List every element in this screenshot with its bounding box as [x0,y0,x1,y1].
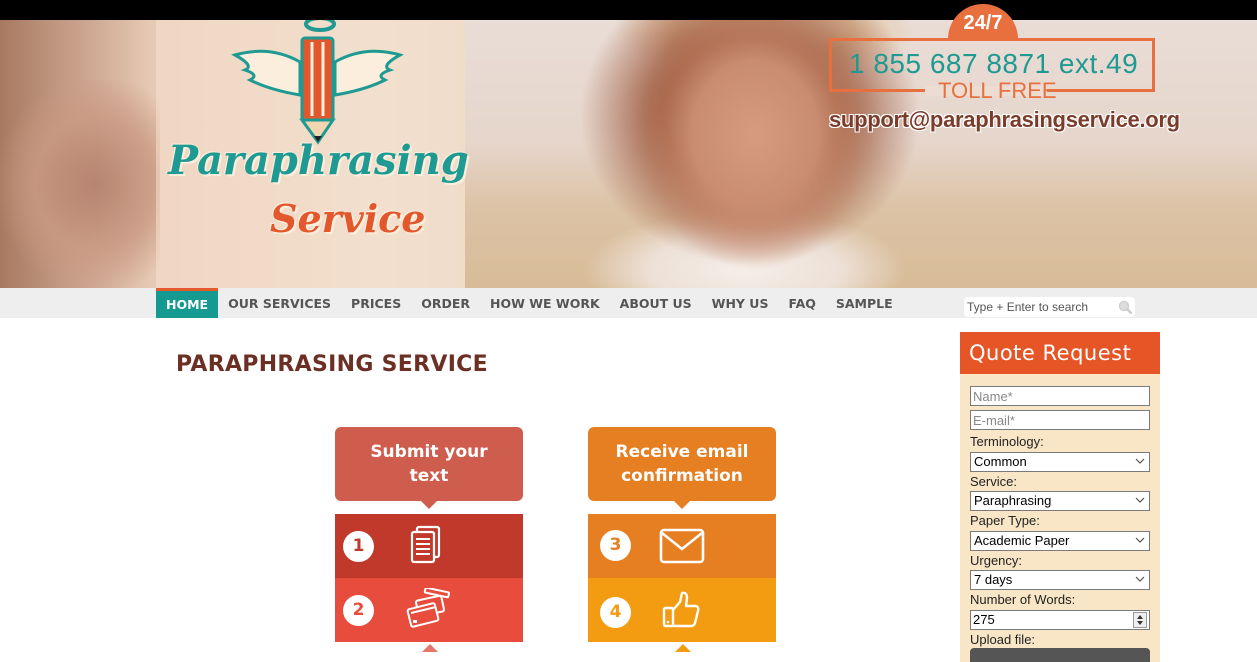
terminology-value: Common [974,454,1027,469]
step-number: 1 [343,531,374,562]
step-row-2: 2 [335,578,523,642]
logo-text-service[interactable]: Service [270,196,425,241]
nav-item-why-us[interactable]: WHY US [702,288,779,318]
hero-background-blur [0,80,160,288]
nav-item-how-we-work[interactable]: HOW WE WORK [480,288,610,318]
step-number: 2 [343,595,374,626]
nav-item-sample[interactable]: SAMPLE [826,288,903,318]
search-box [964,297,1135,317]
chevron-down-icon [1135,576,1145,582]
upload-file-button[interactable] [970,648,1150,662]
email-field[interactable] [970,410,1150,430]
nav-item-home[interactable]: HOME [156,288,219,318]
step-group-submit: Submit your text 1 2 [335,427,523,642]
urgency-select[interactable]: 7 days [970,570,1150,590]
credit-cards-icon [406,588,450,628]
step-row-1: 1 [335,514,523,578]
page-title: PARAPHRASING SERVICE [176,352,488,377]
terminology-label: Terminology: [970,434,1044,449]
urgency-label: Urgency: [970,553,1023,568]
support-email-link[interactable]: support@paraphrasingservice.org [829,107,1180,133]
step-group-email: Receive email confirmation 3 4 [588,427,776,642]
step-heading-submit: Submit your text [335,427,523,509]
increment-icon[interactable] [1137,615,1143,619]
logo-text-paraphrasing[interactable]: Paraphrasing [168,137,469,184]
envelope-icon [659,528,705,564]
step-heading-email: Receive email confirmation [588,427,776,509]
service-label: Service: [970,474,1017,489]
terminology-select[interactable]: Common [970,452,1150,472]
urgency-value: 7 days [974,572,1013,587]
nav-item-faq[interactable]: FAQ [778,288,825,318]
words-stepper[interactable]: 275 [970,610,1150,630]
toll-free-label: TOLL FREE [938,78,1057,103]
nav-item-prices[interactable]: PRICES [341,288,411,318]
thumbs-up-icon [662,591,700,628]
quote-request-title: Quote Request [960,332,1160,374]
search-input[interactable] [966,298,1111,316]
upload-label: Upload file: [970,632,1036,647]
step-row-3: 3 [588,514,776,578]
chevron-down-icon [1135,537,1145,543]
quote-request-panel: Quote Request Terminology: Common Servic… [960,332,1160,662]
chevron-down-icon [1135,497,1145,503]
spin-buttons[interactable] [1133,612,1147,628]
step-number: 4 [600,597,631,628]
nav-item-about-us[interactable]: ABOUT US [610,288,702,318]
words-label: Number of Words: [970,592,1076,607]
service-select[interactable]: Paraphrasing [970,491,1150,511]
step-heading-text: Submit your text [370,442,488,486]
chevron-down-icon [1135,458,1145,464]
words-value: 275 [973,612,995,627]
paper-type-select[interactable]: Academic Paper [970,531,1150,551]
magnifier-icon[interactable] [1118,300,1132,314]
documents-icon [410,525,441,564]
nav-item-order[interactable]: ORDER [411,288,480,318]
nav-item-our-services[interactable]: OUR SERVICES [218,288,341,318]
step-number: 3 [600,530,631,561]
paper-type-value: Academic Paper [974,533,1070,548]
phone-number[interactable]: 1 855 687 8871 ext.49 [849,48,1138,80]
service-value: Paraphrasing [974,493,1052,508]
step-heading-text: Receive email confirmation [615,442,749,486]
name-field[interactable] [970,386,1150,406]
step-row-4: 4 [588,578,776,642]
nav-items: HOME OUR SERVICES PRICES ORDER HOW WE WO… [156,288,903,318]
paper-type-label: Paper Type: [970,513,1040,528]
decrement-icon[interactable] [1137,621,1143,625]
top-black-bar [0,0,1257,20]
